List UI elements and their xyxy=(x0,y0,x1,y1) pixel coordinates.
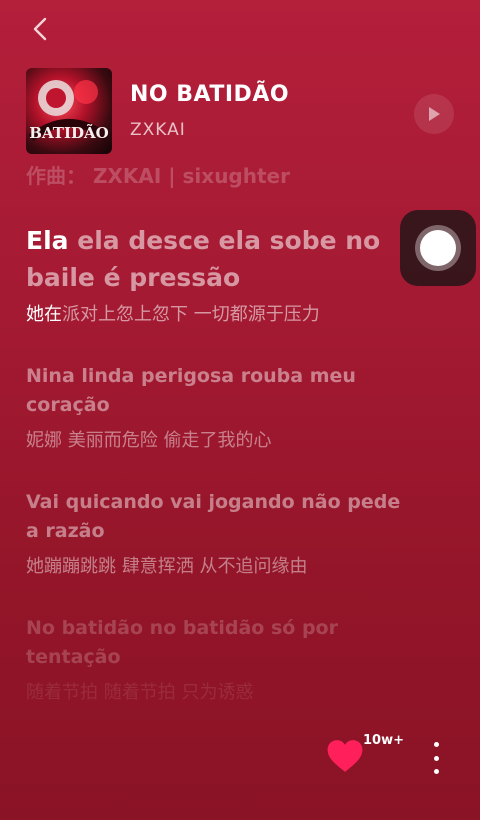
lyrics-list[interactable]: Ela ela desce ela sobe no baile é pressã… xyxy=(26,222,406,740)
assistive-touch-icon xyxy=(415,225,461,271)
play-icon xyxy=(429,107,440,121)
assistive-touch-button[interactable] xyxy=(400,210,476,286)
svg-text:BATIDÃO: BATIDÃO xyxy=(29,123,108,142)
lyric-line[interactable]: No batidão no batidão só por tentação 随着… xyxy=(26,614,406,706)
more-button[interactable] xyxy=(424,742,448,774)
lyric-line-current[interactable]: Ela ela desce ela sobe no baile é pressã… xyxy=(26,222,406,328)
album-cover[interactable]: BATIDÃO xyxy=(26,68,112,154)
translation-text: 派对上忽上忽下 一切都源于压力 xyxy=(62,304,320,325)
play-button[interactable] xyxy=(414,94,454,134)
lyric-text: Nina linda perigosa rouba meu coração xyxy=(26,365,356,416)
like-count: 10w+ xyxy=(363,733,404,748)
artist-name[interactable]: ZXKAI xyxy=(130,120,186,140)
lyric-text: No batidão no batidão só por tentação xyxy=(26,617,338,668)
translation-text: 她蹦蹦跳跳 肆意挥洒 从不追问缘由 xyxy=(26,556,308,577)
album-cover-art: BATIDÃO xyxy=(28,80,110,142)
back-icon xyxy=(33,17,47,41)
lyric-line[interactable]: Nina linda perigosa rouba meu coração 妮娜… xyxy=(26,362,406,454)
translation-text: 随着节拍 随着节拍 只为诱惑 xyxy=(26,682,254,703)
translation-text: 妮娜 美丽而危险 偷走了我的心 xyxy=(26,430,272,451)
credits-line: 作曲： ZXKAI | sixughter xyxy=(26,164,290,188)
translation-highlight: 她在 xyxy=(26,304,62,325)
lyric-highlight: Ela xyxy=(26,226,69,255)
lyric-line[interactable]: Vai quicando vai jogando não pede a razã… xyxy=(26,488,406,580)
song-title: NO BATIDÃO xyxy=(130,82,290,107)
lyric-text: Vai quicando vai jogando não pede a razã… xyxy=(26,491,401,542)
more-icon xyxy=(433,742,439,747)
lyric-text: ela desce ela sobe no baile é pressão xyxy=(26,226,381,292)
heart-icon xyxy=(327,740,363,772)
like-button[interactable] xyxy=(326,738,364,774)
back-button[interactable] xyxy=(26,14,56,44)
